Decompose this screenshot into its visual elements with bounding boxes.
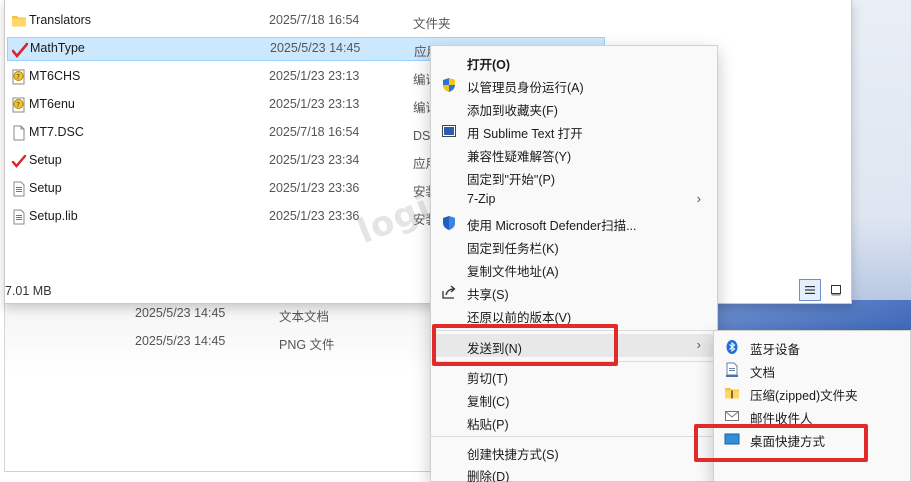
- highlight-desktop-shortcut: [694, 424, 868, 462]
- file-date: 2025/5/23 14:45: [135, 334, 226, 348]
- menu-item-label: 以管理员身份运行(A): [467, 81, 584, 95]
- menu-item-restore-versions[interactable]: 还原以前的版本(V): [435, 303, 713, 326]
- file-row-translators[interactable]: Translators 2025/7/18 16:54 文件夹: [5, 9, 605, 33]
- menu-item-open-sublime[interactable]: 用 Sublime Text 打开: [435, 119, 713, 142]
- menu-item-label: 粘贴(P): [467, 418, 509, 432]
- menu-item-delete[interactable]: 删除(D): [435, 462, 713, 482]
- menu-item-pin-start[interactable]: 固定到"开始"(P): [435, 165, 713, 188]
- help-file-icon: ?: [11, 69, 27, 85]
- submenu-item-label: 文档: [750, 366, 776, 380]
- menu-item-label: 打开(O): [467, 58, 511, 72]
- menu-item-label: 复制文件地址(A): [467, 265, 559, 279]
- setup-app-icon: [11, 153, 27, 169]
- menu-item-label: 固定到任务栏(K): [467, 242, 559, 256]
- setup-info-icon: [11, 181, 27, 197]
- highlight-send-to: [432, 324, 618, 366]
- menu-item-label: 固定到"开始"(P): [467, 173, 556, 187]
- file-name: MathType: [30, 41, 85, 55]
- file-name: Setup.lib: [29, 209, 78, 223]
- bluetooth-icon: [724, 339, 740, 355]
- setup-info-icon: [11, 209, 27, 225]
- zip-folder-icon: [724, 385, 740, 401]
- menu-item-copy-path[interactable]: 复制文件地址(A): [435, 257, 713, 280]
- details-view-button[interactable]: [799, 279, 821, 301]
- file-date: 2025/5/23 14:45: [270, 41, 361, 55]
- menu-item-compatibility[interactable]: 兼容性疑难解答(Y): [435, 142, 713, 165]
- menu-item-share[interactable]: 共享(S): [435, 280, 713, 303]
- uac-shield-icon: [441, 77, 457, 93]
- svg-text:?: ?: [16, 101, 20, 109]
- folder-icon: [11, 13, 27, 29]
- file-name: MT7.DSC: [29, 125, 84, 139]
- menu-separator: [431, 436, 717, 437]
- submenu-item-label: 蓝牙设备: [750, 343, 801, 357]
- blank-file-icon: [11, 125, 27, 141]
- menu-item-label: 复制(C): [467, 395, 510, 409]
- menu-item-label: 用 Sublime Text 打开: [467, 127, 583, 141]
- file-date: 2025/5/23 14:45: [135, 306, 226, 320]
- file-date: 2025/1/23 23:36: [269, 209, 360, 223]
- menu-item-cut[interactable]: 剪切(T): [435, 364, 713, 387]
- menu-item-label: 兼容性疑难解答(Y): [467, 150, 572, 164]
- documents-icon: [724, 362, 740, 378]
- context-menu: 打开(O) 以管理员身份运行(A) 添加到收藏夹(F) 用 Sublime Te…: [430, 45, 718, 482]
- menu-item-defender-scan[interactable]: 使用 Microsoft Defender扫描...: [435, 211, 713, 234]
- send-to-zip-folder[interactable]: 压缩(zipped)文件夹: [718, 381, 908, 404]
- chevron-right-icon: ›: [696, 191, 701, 206]
- menu-item-label: 使用 Microsoft Defender扫描...: [467, 219, 637, 233]
- defender-shield-icon: [441, 215, 457, 231]
- chevron-right-icon: ›: [696, 337, 701, 352]
- details-view-icon: [805, 286, 815, 294]
- status-selected-size: 7.01 MB: [5, 284, 52, 298]
- file-date: 2025/1/23 23:34: [269, 153, 360, 167]
- menu-item-label: 剪切(T): [467, 372, 508, 386]
- file-type: 文件夹: [413, 17, 451, 31]
- send-to-bluetooth[interactable]: 蓝牙设备: [718, 335, 908, 358]
- menu-item-create-shortcut[interactable]: 创建快捷方式(S): [435, 440, 713, 463]
- help-file-icon: ?: [11, 97, 27, 113]
- svg-text:?: ?: [16, 73, 20, 81]
- mathtype-icon: [11, 42, 29, 59]
- mail-recipient-icon: [724, 408, 740, 424]
- file-name: Setup: [29, 153, 62, 167]
- menu-item-pin-taskbar[interactable]: 固定到任务栏(K): [435, 234, 713, 257]
- file-name: Translators: [29, 13, 92, 27]
- menu-item-paste[interactable]: 粘贴(P): [435, 410, 713, 433]
- file-name: MT6enu: [29, 97, 75, 111]
- menu-item-open[interactable]: 打开(O): [435, 50, 713, 73]
- file-date: 2025/1/23 23:13: [269, 97, 360, 111]
- file-type: 文本文档: [279, 310, 330, 324]
- file-date: 2025/1/23 23:36: [269, 181, 360, 195]
- file-name: MT6CHS: [29, 69, 81, 83]
- menu-item-label: 添加到收藏夹(F): [467, 104, 558, 118]
- menu-item-label: 7-Zip: [467, 192, 496, 206]
- file-date: 2025/1/23 23:13: [269, 69, 360, 83]
- file-name: Setup: [29, 181, 62, 195]
- large-icons-view-button[interactable]: [825, 279, 847, 301]
- sublime-text-icon: [441, 123, 457, 139]
- submenu-item-label: 压缩(zipped)文件夹: [750, 389, 858, 403]
- tiles-view-icon: [831, 285, 841, 296]
- file-explorer-window: Translators 2025/7/18 16:54 文件夹 MathType…: [4, 0, 852, 304]
- menu-item-label: 删除(D): [467, 470, 510, 482]
- menu-item-run-as-admin[interactable]: 以管理员身份运行(A): [435, 73, 713, 96]
- send-to-documents[interactable]: 文档: [718, 358, 908, 381]
- menu-item-add-favorites[interactable]: 添加到收藏夹(F): [435, 96, 713, 119]
- share-icon: [441, 284, 457, 300]
- menu-item-label: 共享(S): [467, 288, 509, 302]
- file-type: PNG 文件: [279, 338, 335, 352]
- file-date: 2025/7/18 16:54: [269, 13, 360, 27]
- file-date: 2025/7/18 16:54: [269, 125, 360, 139]
- menu-item-label: 创建快捷方式(S): [467, 448, 559, 462]
- menu-item-7zip[interactable]: 7-Zip ›: [435, 188, 713, 211]
- menu-item-copy[interactable]: 复制(C): [435, 387, 713, 410]
